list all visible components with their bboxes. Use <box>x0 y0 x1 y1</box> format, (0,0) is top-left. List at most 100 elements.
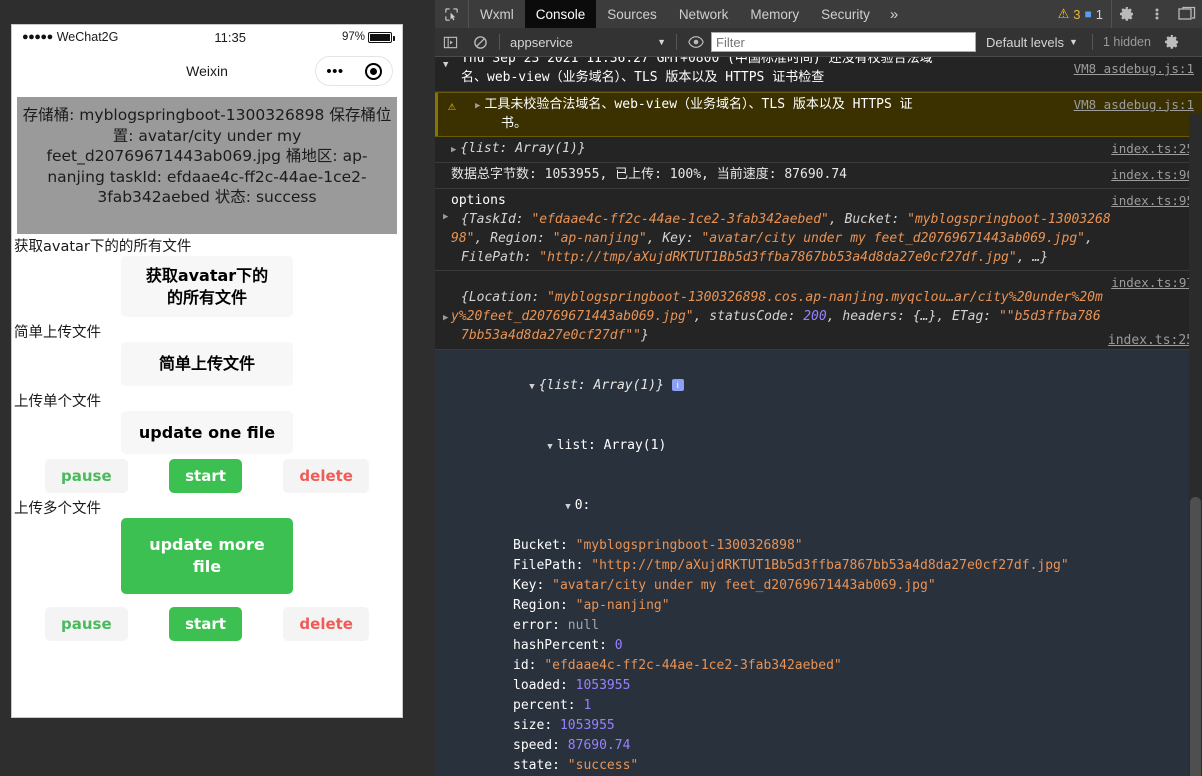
more-tabs-button[interactable]: » <box>881 0 907 28</box>
console-message-truncated[interactable]: ▼ Thu Sep 23 2021 11:36:27 GMT+0800 (中国标… <box>435 57 1202 92</box>
message-bubble-icon: ■ <box>1084 7 1092 21</box>
warning-line-2: 书。 <box>501 115 528 131</box>
close-target-icon[interactable] <box>364 62 382 80</box>
console-sidebar-toggle-icon[interactable] <box>435 35 465 50</box>
get-all-files-button[interactable]: 获取avatar下的 的所有文件 <box>121 256 293 318</box>
source-link-2[interactable]: index.ts:25 <box>1111 140 1194 158</box>
capsule-menu[interactable]: ••• <box>315 56 393 86</box>
update-more-button-row: update more file <box>12 518 402 594</box>
battery-percent-label: 97% <box>341 31 365 43</box>
live-expression-eye-icon[interactable] <box>681 34 711 50</box>
options-bucket-val: "myblogspringboot-13003268 <box>907 211 1111 227</box>
collapse-arrow-root-icon[interactable]: ▼ <box>529 382 534 392</box>
options-bucket-val2: 98" <box>451 230 475 246</box>
tree-index-line[interactable]: ▼ 0: <box>451 476 1196 536</box>
console-scrollbar-track[interactable] <box>1189 114 1202 776</box>
options-label: options <box>451 193 506 209</box>
tab-memory[interactable]: Memory <box>739 0 810 28</box>
update-more-file-line2: file <box>192 557 222 577</box>
console-message-location[interactable]: ▶ {Location: "myblogspringboot-130032689… <box>435 271 1202 350</box>
console-message-object-collapsed[interactable]: ▶ {list: Array(1)} index.ts:25 <box>435 137 1202 164</box>
console-settings-gear-icon[interactable] <box>1157 34 1187 50</box>
tab-security[interactable]: Security <box>810 0 881 28</box>
prop-loaded-value: 1053955 <box>575 678 631 694</box>
collapse-arrow-index-icon[interactable]: ▼ <box>565 502 570 512</box>
location-line-1: {Location: "myblogspringboot-1300326898.… <box>461 290 1103 306</box>
dock-position-icon[interactable] <box>1172 0 1202 28</box>
prop-hashpercent: hashPercent: 0 <box>513 638 623 654</box>
etag-val1: ""b5d3ffba786 <box>998 309 1101 325</box>
devtools-simulator-window: ●●●●● WeChat2G 11:35 97% Weixin ••• 存储桶:… <box>0 0 1202 776</box>
prop-id-name: id <box>513 658 529 674</box>
tree-index-label: 0: <box>574 498 591 514</box>
upload-result-box: 存储桶: myblogspringboot-1300326898 保存桶位置: … <box>17 97 397 235</box>
options-bucket-key: Bucket <box>844 211 892 227</box>
inspect-element-icon[interactable] <box>435 0 469 28</box>
delete-single-button[interactable]: delete <box>283 459 369 494</box>
source-link-0[interactable]: VM8 asdebug.js:1 <box>1074 60 1194 78</box>
source-link-5[interactable]: index.ts:97 <box>1111 274 1194 292</box>
nav-title: Weixin <box>186 63 228 79</box>
phone-nav-bar: Weixin ••• <box>12 49 402 93</box>
tab-console[interactable]: Console <box>524 0 597 28</box>
signal-dots-icon: ●●●●● <box>22 31 53 43</box>
log-levels-selector[interactable]: Default levels ▼ <box>976 35 1088 50</box>
source-link-4[interactable]: index.ts:95 <box>1111 192 1194 210</box>
prop-loaded: loaded: 1053955 <box>513 678 631 694</box>
info-badge-icon[interactable]: i <box>671 379 684 392</box>
execution-context-value: appservice <box>510 34 573 50</box>
expanded-object-block[interactable]: index.ts:25 ▼ {list: Array(1)} i ▼ list: A… <box>435 333 1202 776</box>
status-bar-right: 97% <box>341 31 395 43</box>
expand-arrow-icon-2[interactable]: ▶ <box>451 145 456 155</box>
console-message-list[interactable]: ▼ Thu Sep 23 2021 11:36:27 GMT+0800 (中国标… <box>435 57 1202 776</box>
get-all-files-line2: 的所有文件 <box>166 287 247 307</box>
console-message-options[interactable]: options ▶ {TaskId: "efdaae4c-ff2c-44ae-1… <box>435 189 1202 272</box>
tab-wxml[interactable]: Wxml <box>469 0 525 28</box>
headers-val: {…} <box>912 309 937 325</box>
more-dots-icon[interactable]: ••• <box>326 64 343 79</box>
source-link-1[interactable]: VM8 asdebug.js:1 <box>1074 96 1194 114</box>
single-file-controls: pause start delete <box>12 459 402 494</box>
source-link-3[interactable]: index.ts:90 <box>1111 166 1194 184</box>
options-taskid-key: TaskId <box>468 211 516 227</box>
status-bar-left: ●●●●● WeChat2G <box>22 30 118 44</box>
options-filepath-key: FilePath <box>461 249 524 265</box>
console-message-upload-stats[interactable]: 数据总字节数: 1053955, 已上传: 100%, 当前速度: 87690.… <box>435 163 1202 190</box>
update-one-file-button[interactable]: update one file <box>121 410 293 455</box>
console-message-warning[interactable]: ⚠ ▶ 工具未校验合法域名、web-view（业务域名）、TLS 版本以及 HTT… <box>435 91 1202 138</box>
collapse-arrow-list-icon[interactable]: ▼ <box>547 442 552 452</box>
delete-multi-button[interactable]: delete <box>283 606 369 641</box>
clear-console-icon[interactable] <box>465 35 495 50</box>
update-one-button-row: update one file <box>12 410 402 455</box>
update-more-file-button[interactable]: update more file <box>121 518 293 594</box>
tab-network[interactable]: Network <box>668 0 740 28</box>
pause-multi-button[interactable]: pause <box>45 606 128 641</box>
console-filter-input[interactable] <box>711 32 976 52</box>
simple-upload-button-row: 简单上传文件 <box>12 342 402 386</box>
more-options-icon[interactable] <box>1142 0 1172 28</box>
prop-id: id: "efdaae4c-ff2c-44ae-1ce2-3fab342aebe… <box>513 658 842 674</box>
start-single-button[interactable]: start <box>169 459 242 494</box>
prop-filepath-name: FilePath <box>513 558 576 574</box>
expand-arrow-icon-5[interactable]: ▶ <box>443 312 448 325</box>
pause-single-button[interactable]: pause <box>45 459 128 494</box>
warning-triangle-icon: ⚠ <box>1057 6 1070 21</box>
execution-context-selector[interactable]: appservice ▼ <box>504 35 672 50</box>
start-multi-button[interactable]: start <box>169 606 242 641</box>
prop-size: size: 1053955 <box>513 718 615 734</box>
expand-arrow-icon-4[interactable]: ▶ <box>443 211 448 224</box>
expand-arrow-icon-1[interactable]: ▶ <box>475 101 480 111</box>
source-link-expanded[interactable]: index.ts:25 <box>1108 333 1194 348</box>
issue-counts[interactable]: ⚠ 3 ■ 1 <box>1050 0 1112 28</box>
tab-sources[interactable]: Sources <box>596 0 668 28</box>
prop-error-name: error <box>513 618 553 634</box>
tree-root-line[interactable]: ▼ {list: Array(1)} i <box>451 356 1196 416</box>
prop-percent: percent: 1 <box>513 698 592 714</box>
warning-triangle-icon-row: ⚠ <box>448 98 456 114</box>
expand-arrow-icon-0[interactable]: ▼ <box>443 59 448 72</box>
prop-hashpercent-value: 0 <box>614 638 623 654</box>
tree-list-line[interactable]: ▼ list: Array(1) <box>451 416 1196 476</box>
console-scrollbar-thumb[interactable] <box>1190 497 1201 776</box>
simple-upload-button[interactable]: 简单上传文件 <box>121 342 293 386</box>
settings-gear-icon[interactable] <box>1112 0 1142 28</box>
